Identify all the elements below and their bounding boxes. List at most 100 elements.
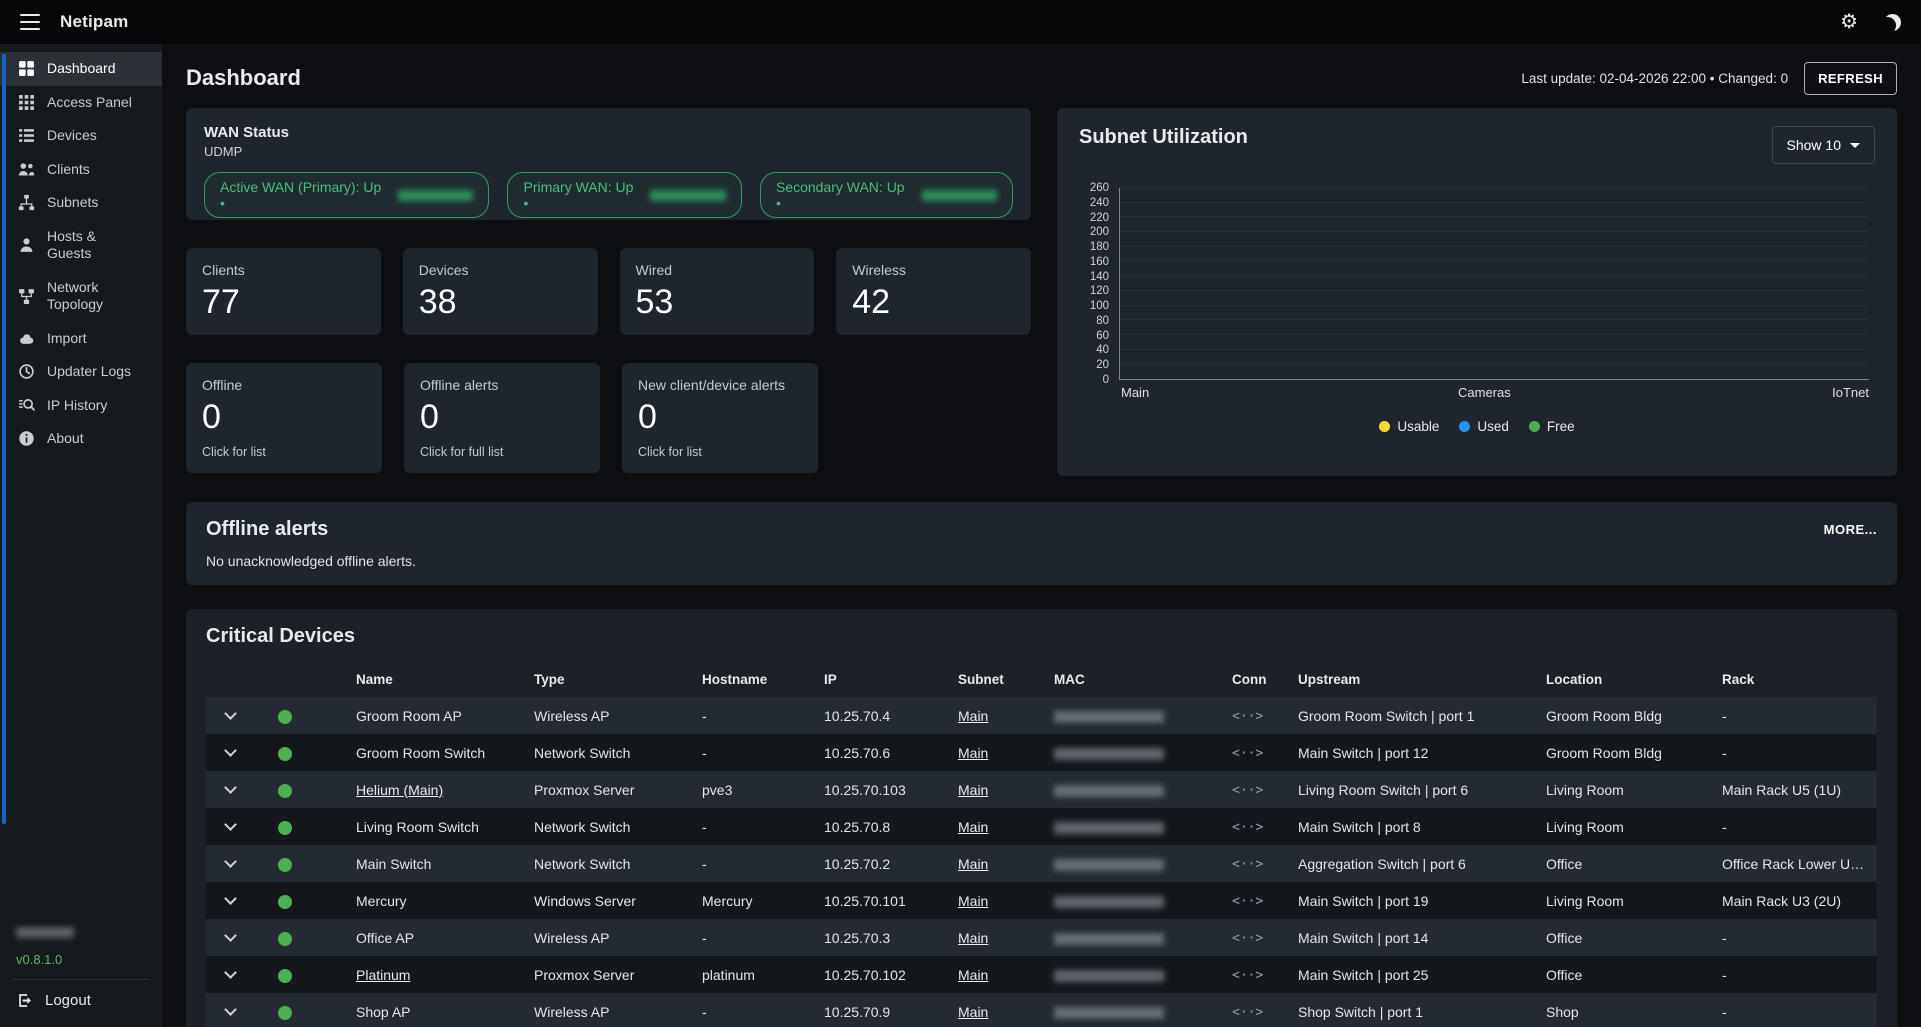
refresh-button[interactable]: REFRESH	[1804, 62, 1897, 95]
device-hostname: -	[694, 697, 816, 734]
access-panel-icon	[18, 94, 36, 111]
stat-card-new-client-device-alerts[interactable]: New client/device alerts0Click for list	[622, 363, 818, 472]
chart-y-axis: 020406080100120140160180200220240260	[1079, 188, 1111, 380]
subnet-link[interactable]: Main	[958, 782, 988, 798]
sidebar-item-subnets[interactable]: Subnets	[0, 186, 162, 220]
stat-card-offline[interactable]: Offline0Click for list	[186, 363, 382, 472]
subnet-link[interactable]: Main	[958, 856, 988, 872]
device-rack: -	[1714, 697, 1877, 734]
expand-chevron-icon[interactable]	[224, 818, 237, 831]
sidebar-item-network-topology[interactable]: Network Topology	[0, 271, 162, 322]
x-axis-label-cameras: Cameras	[1458, 385, 1511, 400]
device-hostname: -	[694, 808, 816, 845]
expand-chevron-icon[interactable]	[224, 707, 237, 720]
table-body: Groom Room APWireless AP-10.25.70.4Main<…	[206, 697, 1877, 1027]
subnet-link[interactable]: Main	[958, 893, 988, 909]
sidebar-item-access-panel[interactable]: Access Panel	[0, 86, 162, 120]
sidebar-item-updater-logs[interactable]: Updater Logs	[0, 355, 162, 389]
legend-item-free: Free	[1529, 419, 1575, 434]
legend-item-usable: Usable	[1379, 419, 1439, 434]
hosts-guests-icon	[18, 237, 36, 254]
wan-pill-label: Primary WAN: Up •	[523, 179, 641, 211]
device-upstream: Main Switch | port 25	[1290, 956, 1538, 993]
stat-label: Wired	[636, 262, 799, 278]
logout-button[interactable]: Logout	[16, 992, 146, 1009]
dark-mode-moon-icon[interactable]	[1884, 14, 1901, 31]
offline-alerts-card: Offline alerts MORE... No unacknowledged…	[186, 502, 1897, 585]
more-link[interactable]: MORE...	[1824, 522, 1877, 537]
device-hostname: -	[694, 734, 816, 771]
wan-pill[interactable]: Active WAN (Primary): Up •	[204, 172, 489, 218]
expand-chevron-icon[interactable]	[224, 744, 237, 757]
status-dot	[278, 1006, 292, 1020]
subnet-link[interactable]: Main	[958, 708, 988, 724]
wan-device-name: UDMP	[204, 144, 1013, 159]
subnet-link[interactable]: Main	[958, 819, 988, 835]
stats-row-2: Offline0Click for listOffline alerts0Cli…	[186, 363, 1031, 472]
y-tick-label: 220	[1090, 212, 1109, 224]
device-upstream: Main Switch | port 19	[1290, 882, 1538, 919]
wan-pill[interactable]: Secondary WAN: Up •	[760, 172, 1013, 218]
sidebar-item-label: Devices	[47, 127, 97, 145]
legend-label: Usable	[1397, 419, 1439, 434]
dashboard-icon	[18, 60, 36, 77]
gridline	[1120, 305, 1869, 306]
wan-ip-redacted	[922, 190, 998, 201]
device-name: Shop AP	[356, 1004, 411, 1020]
gridline	[1120, 187, 1869, 188]
show-count-select[interactable]: Show 10	[1772, 126, 1875, 164]
device-ip: 10.25.70.8	[816, 808, 950, 845]
sidebar-item-dashboard[interactable]: Dashboard	[0, 52, 162, 86]
device-rack: -	[1714, 734, 1877, 771]
logout-label: Logout	[45, 992, 91, 1009]
wan-pill[interactable]: Primary WAN: Up •	[507, 172, 741, 218]
critical-devices-table: NameTypeHostnameIPSubnetMACConnUpstreamL…	[206, 662, 1877, 1027]
subnets-icon	[18, 194, 36, 211]
device-type: Proxmox Server	[526, 771, 694, 808]
device-ip: 10.25.70.102	[816, 956, 950, 993]
sidebar-item-ip-history[interactable]: IP History	[0, 389, 162, 423]
expand-chevron-icon[interactable]	[224, 929, 237, 942]
sidebar-item-clients[interactable]: Clients	[0, 153, 162, 187]
chart-legend: UsableUsedFree	[1079, 419, 1875, 434]
device-name[interactable]: Helium (Main)	[356, 782, 443, 798]
stat-value: 0	[638, 399, 802, 436]
device-name[interactable]: Platinum	[356, 967, 410, 983]
device-hostname: -	[694, 845, 816, 882]
expand-chevron-icon[interactable]	[224, 1003, 237, 1016]
status-dot	[278, 784, 292, 798]
stat-footer: Click for full list	[420, 445, 584, 459]
sidebar-item-about[interactable]: About	[0, 422, 162, 456]
device-rack: Main Rack U3 (2U)	[1714, 882, 1877, 919]
stat-label: Offline	[202, 377, 366, 393]
y-tick-label: 40	[1096, 344, 1109, 356]
device-location: Shop	[1538, 993, 1714, 1027]
menu-icon[interactable]	[20, 14, 40, 30]
y-tick-label: 120	[1090, 285, 1109, 297]
subnet-link[interactable]: Main	[958, 967, 988, 983]
sidebar-item-import[interactable]: Import	[0, 322, 162, 356]
expand-chevron-icon[interactable]	[224, 781, 237, 794]
expand-chevron-icon[interactable]	[224, 892, 237, 905]
conn-icon: <··>	[1232, 968, 1263, 983]
stat-card-offline-alerts[interactable]: Offline alerts0Click for full list	[404, 363, 600, 472]
subnet-link[interactable]: Main	[958, 930, 988, 946]
sidebar-nav: DashboardAccess Panel Devices ClientsSubne…	[0, 52, 162, 456]
table-header-row: NameTypeHostnameIPSubnetMACConnUpstreamL…	[206, 662, 1877, 697]
mac-redacted	[1054, 933, 1164, 945]
settings-gear-icon[interactable]: ⚙	[1840, 12, 1858, 32]
table-row: Shop APWireless AP-10.25.70.9Main<··>Sho…	[206, 993, 1877, 1027]
subnet-link[interactable]: Main	[958, 745, 988, 761]
sidebar-item-devices[interactable]: Devices	[0, 119, 162, 153]
sidebar-item-hosts-guests[interactable]: Hosts & Guests	[0, 220, 162, 271]
status-dot	[278, 895, 292, 909]
expand-chevron-icon[interactable]	[224, 966, 237, 979]
expand-chevron-icon[interactable]	[224, 855, 237, 868]
stat-card-clients: Clients77	[186, 248, 381, 335]
device-ip: 10.25.70.103	[816, 771, 950, 808]
device-location: Groom Room Bldg	[1538, 697, 1714, 734]
subnet-link[interactable]: Main	[958, 1004, 988, 1020]
sidebar-scrollbar[interactable]	[2, 54, 6, 824]
stat-value: 53	[636, 284, 799, 321]
conn-icon: <··>	[1232, 931, 1263, 946]
